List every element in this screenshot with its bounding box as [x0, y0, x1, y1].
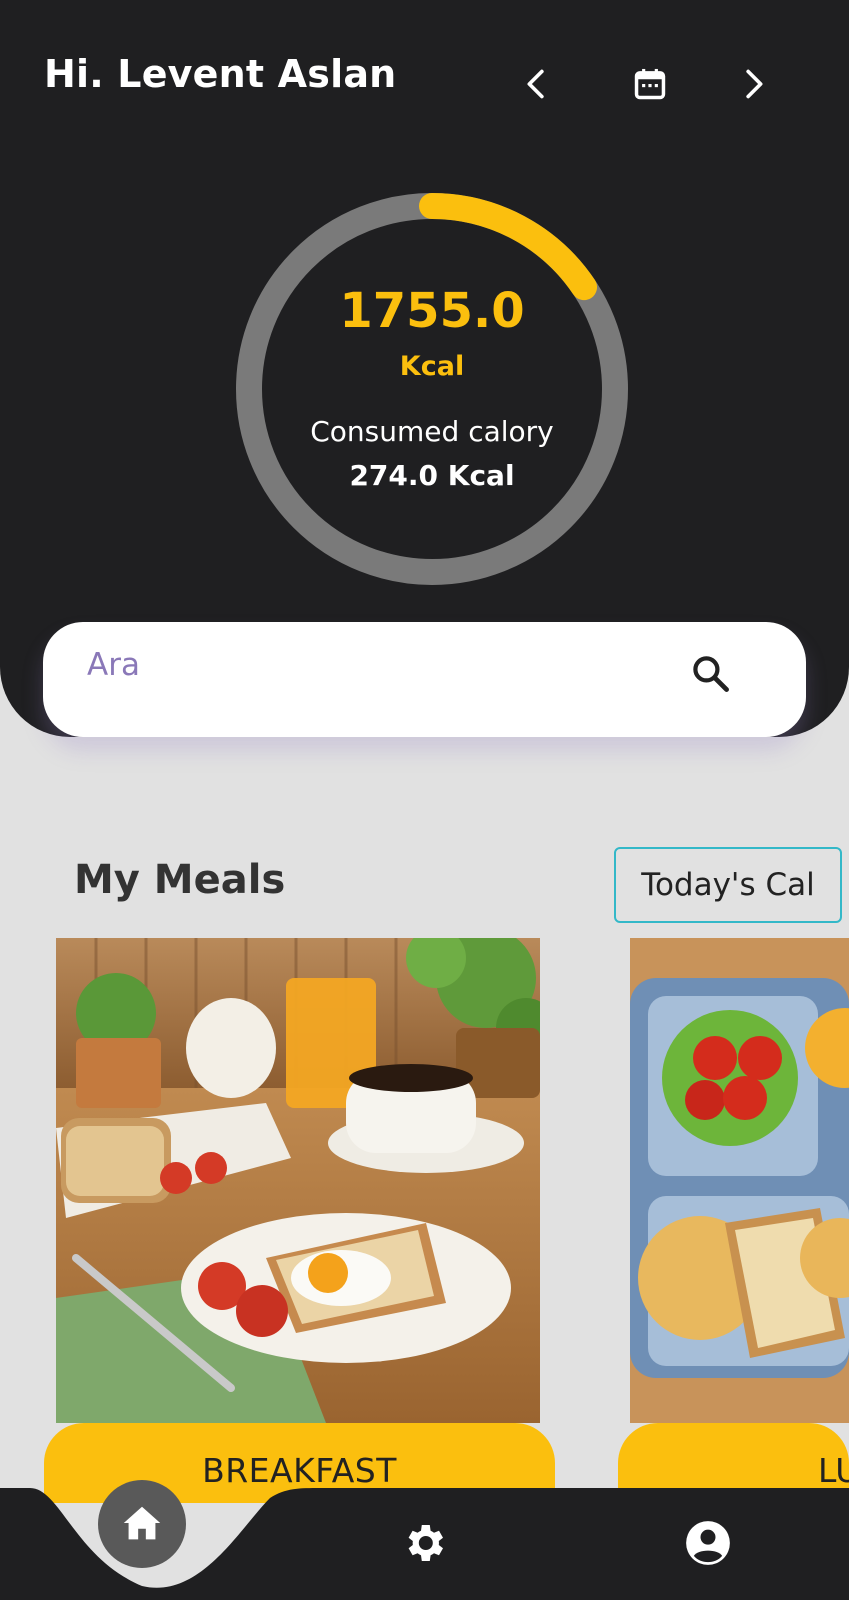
- home-icon: [123, 1506, 161, 1540]
- nav-profile-button[interactable]: [680, 1515, 736, 1571]
- search-icon: [693, 656, 729, 692]
- search-button[interactable]: [685, 648, 737, 700]
- lunch-image: [630, 938, 849, 1423]
- calorie-goal-unit: Kcal: [399, 351, 465, 382]
- previous-day-button[interactable]: [504, 52, 568, 116]
- account-icon: [686, 1521, 730, 1565]
- todays-cal-button[interactable]: Today's Cal: [614, 847, 842, 923]
- greeting-title: Hi. Levent Aslan: [44, 52, 397, 96]
- calendar-button[interactable]: [618, 52, 682, 116]
- my-meals-title: My Meals: [74, 857, 286, 903]
- next-day-button[interactable]: [722, 52, 786, 116]
- nav-settings-button[interactable]: [396, 1515, 452, 1571]
- consumed-label: Consumed calory: [310, 415, 554, 448]
- calendar-icon: [634, 68, 666, 100]
- ring-text: 1755.0 Kcal Consumed calory 274.0 Kcal: [236, 193, 628, 585]
- consumed-value: 274.0 Kcal: [349, 459, 515, 492]
- calorie-ring: 1755.0 Kcal Consumed calory 274.0 Kcal: [236, 193, 628, 585]
- calorie-goal-value: 1755.0: [339, 283, 525, 339]
- search-input[interactable]: [87, 640, 647, 690]
- nav-home-button[interactable]: [98, 1480, 186, 1568]
- gear-icon: [408, 1525, 443, 1561]
- chevron-left-icon: [527, 69, 544, 99]
- breakfast-image: [56, 938, 540, 1423]
- chevron-right-icon: [746, 69, 763, 99]
